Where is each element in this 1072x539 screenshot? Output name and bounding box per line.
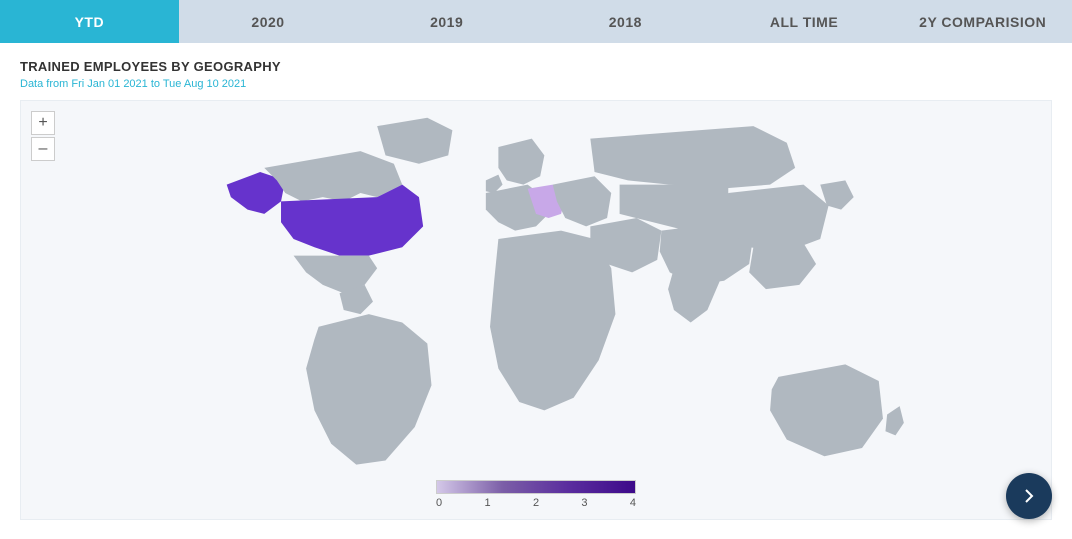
tab-2020[interactable]: 2020 [179, 0, 358, 43]
map-legend: 0 1 2 3 4 [436, 480, 636, 509]
legend-label-3: 3 [581, 497, 587, 509]
zoom-out-button[interactable]: – [31, 137, 55, 161]
tab-2018[interactable]: 2018 [536, 0, 715, 43]
tab-ytd[interactable]: YTD [0, 0, 179, 43]
fab-button[interactable] [1006, 473, 1052, 519]
legend-label-0: 0 [436, 497, 442, 509]
legend-label-4: 4 [630, 497, 636, 509]
map-container: + – [20, 100, 1052, 520]
tab-bar: YTD 2020 2019 2018 ALL TIME 2Y COMPARISI… [0, 0, 1072, 43]
chevron-right-icon [1019, 486, 1039, 506]
tab-2ycomp[interactable]: 2Y COMPARISION [893, 0, 1072, 43]
world-map [21, 101, 1051, 519]
legend-label-2: 2 [533, 497, 539, 509]
legend-gradient-bar [436, 480, 636, 494]
tab-2019[interactable]: 2019 [357, 0, 536, 43]
content-area: TRAINED EMPLOYEES BY GEOGRAPHY Data from… [0, 43, 1072, 530]
zoom-controls: + – [31, 111, 55, 161]
zoom-in-button[interactable]: + [31, 111, 55, 135]
tab-alltime[interactable]: ALL TIME [715, 0, 894, 43]
chart-subtitle: Data from Fri Jan 01 2021 to Tue Aug 10 … [20, 78, 1052, 90]
legend-label-1: 1 [484, 497, 490, 509]
chart-title: TRAINED EMPLOYEES BY GEOGRAPHY [20, 59, 1052, 74]
legend-labels: 0 1 2 3 4 [436, 497, 636, 509]
